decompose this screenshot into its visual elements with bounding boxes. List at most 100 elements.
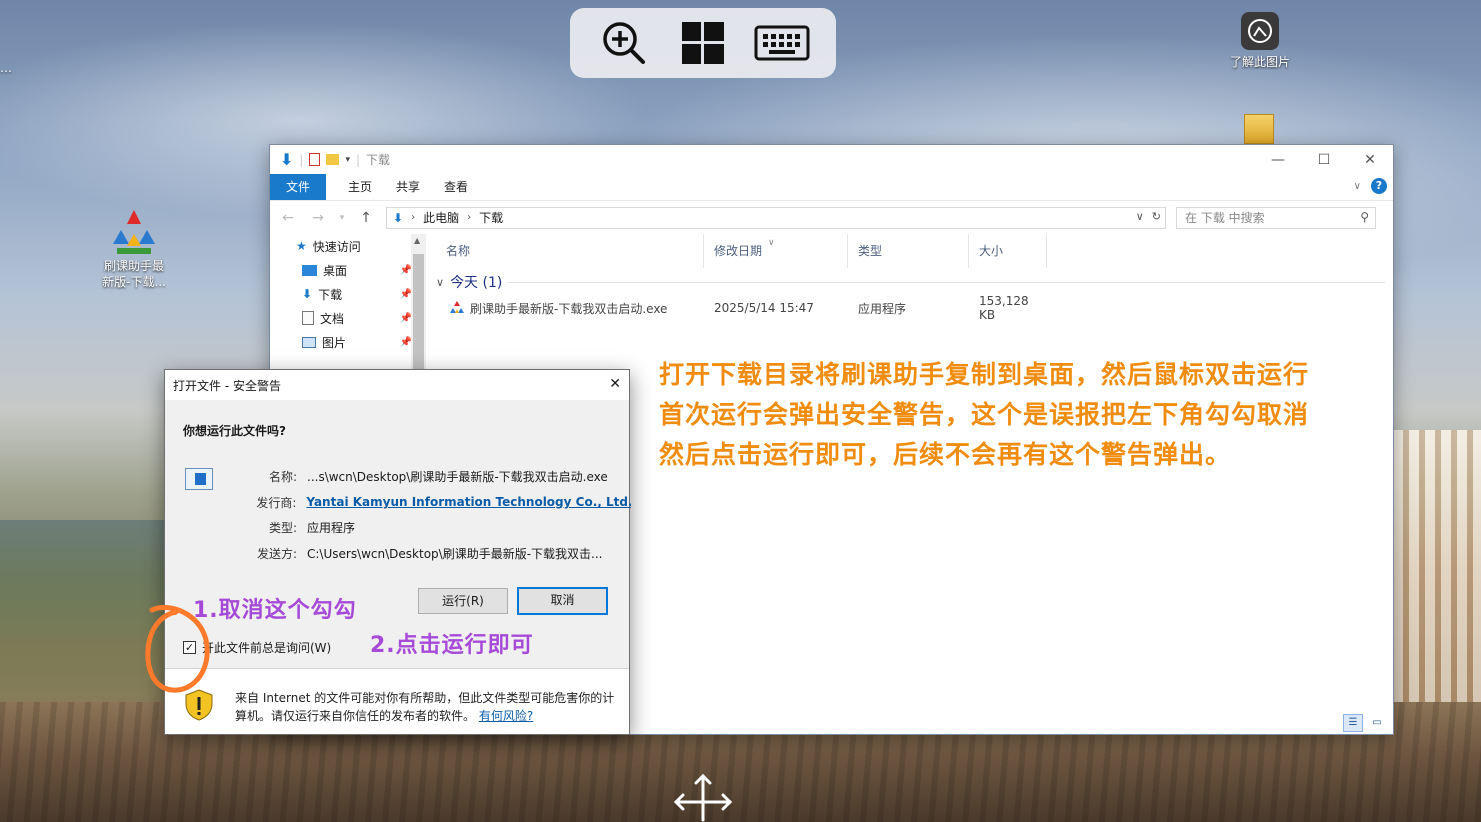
sort-indicator-icon: ∨ <box>768 238 775 248</box>
info-label: 名称: <box>268 470 297 485</box>
download-folder-icon: ⬇ <box>302 287 313 301</box>
window-title: 下载 <box>366 153 391 167</box>
navigation-scrollbar[interactable]: ▲ <box>411 234 426 374</box>
run-button[interactable]: 运行(R) <box>418 588 508 614</box>
info-label: 发行商: <box>256 495 297 510</box>
tab-view[interactable]: 查看 <box>432 174 480 200</box>
dialog-titlebar: 打开文件 - 安全警告 ✕ <box>165 370 629 400</box>
nav-item-downloads[interactable]: ⬇ 下载 📌 <box>270 282 430 306</box>
forward-arrow-icon[interactable]: → <box>308 210 328 226</box>
zoom-in-icon <box>602 22 645 64</box>
footer-text: 来自 Internet 的文件可能对你有所帮助，但此文件类型可能危害你的计算机。… <box>235 691 615 723</box>
nav-quick-access-label: 快速访问 <box>312 239 361 254</box>
risk-link[interactable]: 有何风险? <box>479 709 533 723</box>
dialog-title: 打开文件 - 安全警告 <box>173 378 281 393</box>
properties-icon[interactable] <box>309 153 321 166</box>
column-size[interactable]: 大小 <box>969 234 1047 268</box>
dialog-close-icon[interactable]: ✕ <box>609 376 621 392</box>
nav-item-desktop[interactable]: 桌面 📌 <box>270 258 430 282</box>
search-placeholder: 在 下载 中搜索 <box>1185 211 1265 225</box>
refresh-icon[interactable]: ↻ <box>1152 210 1161 223</box>
shuake-label-line1: 刷课助手最 <box>103 259 164 273</box>
back-arrow-icon[interactable]: ← <box>278 210 298 226</box>
maximize-button[interactable]: ☐ <box>1301 145 1347 174</box>
instruction-line: 打开下载目录将刷课助手复制到桌面，然后鼠标双击运行 <box>659 360 1310 389</box>
nav-item-label: 图片 <box>322 335 347 350</box>
zoom-in-button[interactable] <box>596 17 652 69</box>
info-value-from: C:\Users\wcn\Desktop\刷课助手最新版-下载我双击... <box>307 546 603 561</box>
view-mode-buttons: ☰ ▭ <box>1343 714 1387 732</box>
info-row-from: 发送方: C:\Users\wcn\Desktop\刷课助手最新版-下载我双击.… <box>165 541 631 567</box>
checkbox-label: 开此文件前总是询问(W) <box>202 641 332 655</box>
group-label: 今天 (1) <box>450 275 503 291</box>
address-row: ← → ▾ ↑ ⬇ › 此电脑 › 下载 ∨ ↻ 在 下载 中搜索 ⚲ <box>270 200 1393 234</box>
nav-item-label: 下载 <box>318 287 343 302</box>
qat-dropdown-icon[interactable]: ▾ <box>345 155 350 165</box>
download-arrow-icon[interactable]: ⬇ <box>280 150 293 169</box>
tab-file[interactable]: 文件 <box>270 174 327 200</box>
explorer-titlebar: ⬇ | ▾ | 下载 — ☐ ✕ <box>270 145 1393 174</box>
floating-toolbar <box>570 8 836 78</box>
column-date[interactable]: ∨ 修改日期 <box>704 234 848 268</box>
nav-quick-access[interactable]: ★ 快速访问 <box>270 234 430 258</box>
app-logo-icon <box>450 301 464 313</box>
breadcrumb-downloads[interactable]: 下载 <box>479 209 503 226</box>
info-row-name: 名称: ...s\wcn\Desktop\刷课助手最新版-下载我双击启动.exe <box>165 464 631 490</box>
window-controls: — ☐ ✕ <box>1255 145 1393 174</box>
help-icon[interactable]: ? <box>1371 178 1387 194</box>
close-button[interactable]: ✕ <box>1347 145 1393 174</box>
file-name: 刷课助手最新版-下载我双击启动.exe <box>470 301 668 316</box>
download-location-icon: ⬇ <box>393 210 404 225</box>
shuake-desktop-icon[interactable]: 刷课助手最 新版-下载... <box>96 208 172 290</box>
minimize-button[interactable]: — <box>1255 145 1301 174</box>
background-town <box>1393 430 1481 730</box>
recent-dropdown-icon[interactable]: ▾ <box>338 213 346 223</box>
camera-icon <box>1241 12 1279 50</box>
nav-item-documents[interactable]: 文档 📌 <box>270 306 430 330</box>
chevron-right-icon: › <box>467 212 472 223</box>
new-folder-icon[interactable] <box>326 154 340 165</box>
column-type[interactable]: 类型 <box>848 234 969 268</box>
expand-ribbon-icon[interactable]: ∨ <box>1354 181 1361 192</box>
documents-folder-icon <box>302 311 314 325</box>
scroll-up-icon[interactable]: ▲ <box>414 236 420 245</box>
column-headers: 名称 ∨ 修改日期 类型 大小 <box>436 234 1393 268</box>
ribbon-right-controls: ∨ ? <box>1354 178 1387 194</box>
about-picture-label: 了解此图片 <box>1229 55 1290 69</box>
address-dropdown-icon[interactable]: ∨ <box>1136 210 1144 223</box>
keyboard-icon <box>754 25 810 61</box>
group-header-today[interactable]: ∨ 今天 (1) <box>436 268 1393 296</box>
instruction-text: 打开下载目录将刷课助手复制到桌面，然后鼠标双击运行 首次运行会弹出安全警告，这个… <box>659 355 1379 475</box>
dialog-question: 你想运行此文件吗? <box>183 424 286 438</box>
large-icons-view-icon[interactable]: ▭ <box>1367 714 1387 732</box>
up-arrow-icon[interactable]: ↑ <box>356 210 376 226</box>
nav-item-label: 文档 <box>320 311 345 326</box>
column-date-label: 修改日期 <box>714 244 763 258</box>
tab-home[interactable]: 主页 <box>336 174 384 200</box>
dialog-footer: 来自 Internet 的文件可能对你有所帮助，但此文件类型可能危害你的计算机。… <box>165 668 629 734</box>
search-input[interactable]: 在 下载 中搜索 ⚲ <box>1176 206 1376 229</box>
address-bar[interactable]: ⬇ › 此电脑 › 下载 ∨ ↻ <box>386 206 1166 229</box>
about-picture-desktop-icon[interactable]: 了解此图片 <box>1222 12 1298 70</box>
file-desktop-icon[interactable] <box>1244 114 1274 144</box>
search-icon: ⚲ <box>1360 209 1369 224</box>
column-name[interactable]: 名称 <box>436 234 704 268</box>
tab-share[interactable]: 共享 <box>384 174 432 200</box>
file-date: 2025/5/14 15:47 <box>714 301 814 315</box>
details-view-icon[interactable]: ☰ <box>1343 714 1363 732</box>
scrollbar-thumb[interactable] <box>413 254 424 374</box>
quick-access-toolbar: ⬇ | ▾ | <box>280 150 361 169</box>
nav-item-pictures[interactable]: 图片 📌 <box>270 330 430 354</box>
ribbon-tabs: 文件 主页 共享 查看 ∨ ? <box>270 174 1393 200</box>
shuake-label-line2: 新版-下载... <box>102 275 166 289</box>
keyboard-button[interactable] <box>754 17 810 69</box>
instruction-line: 然后点击运行即可，后续不会再有这个警告弹出。 <box>659 440 1232 469</box>
file-row[interactable]: 刷课助手最新版-下载我双击启动.exe 2025/5/14 15:47 应用程序… <box>436 294 1393 322</box>
publisher-link[interactable]: Yantai Kamyun Information Technology Co.… <box>296 495 631 509</box>
info-value-type: 应用程序 <box>307 521 356 536</box>
cancel-button[interactable]: 取消 <box>517 587 608 615</box>
breadcrumb-this-pc[interactable]: 此电脑 <box>423 209 459 226</box>
instruction-line: 首次运行会弹出安全警告，这个是误报把左下角勾勾取消 <box>659 400 1310 429</box>
address-end-controls: ∨ ↻ <box>1136 210 1161 223</box>
start-button[interactable] <box>675 17 731 69</box>
